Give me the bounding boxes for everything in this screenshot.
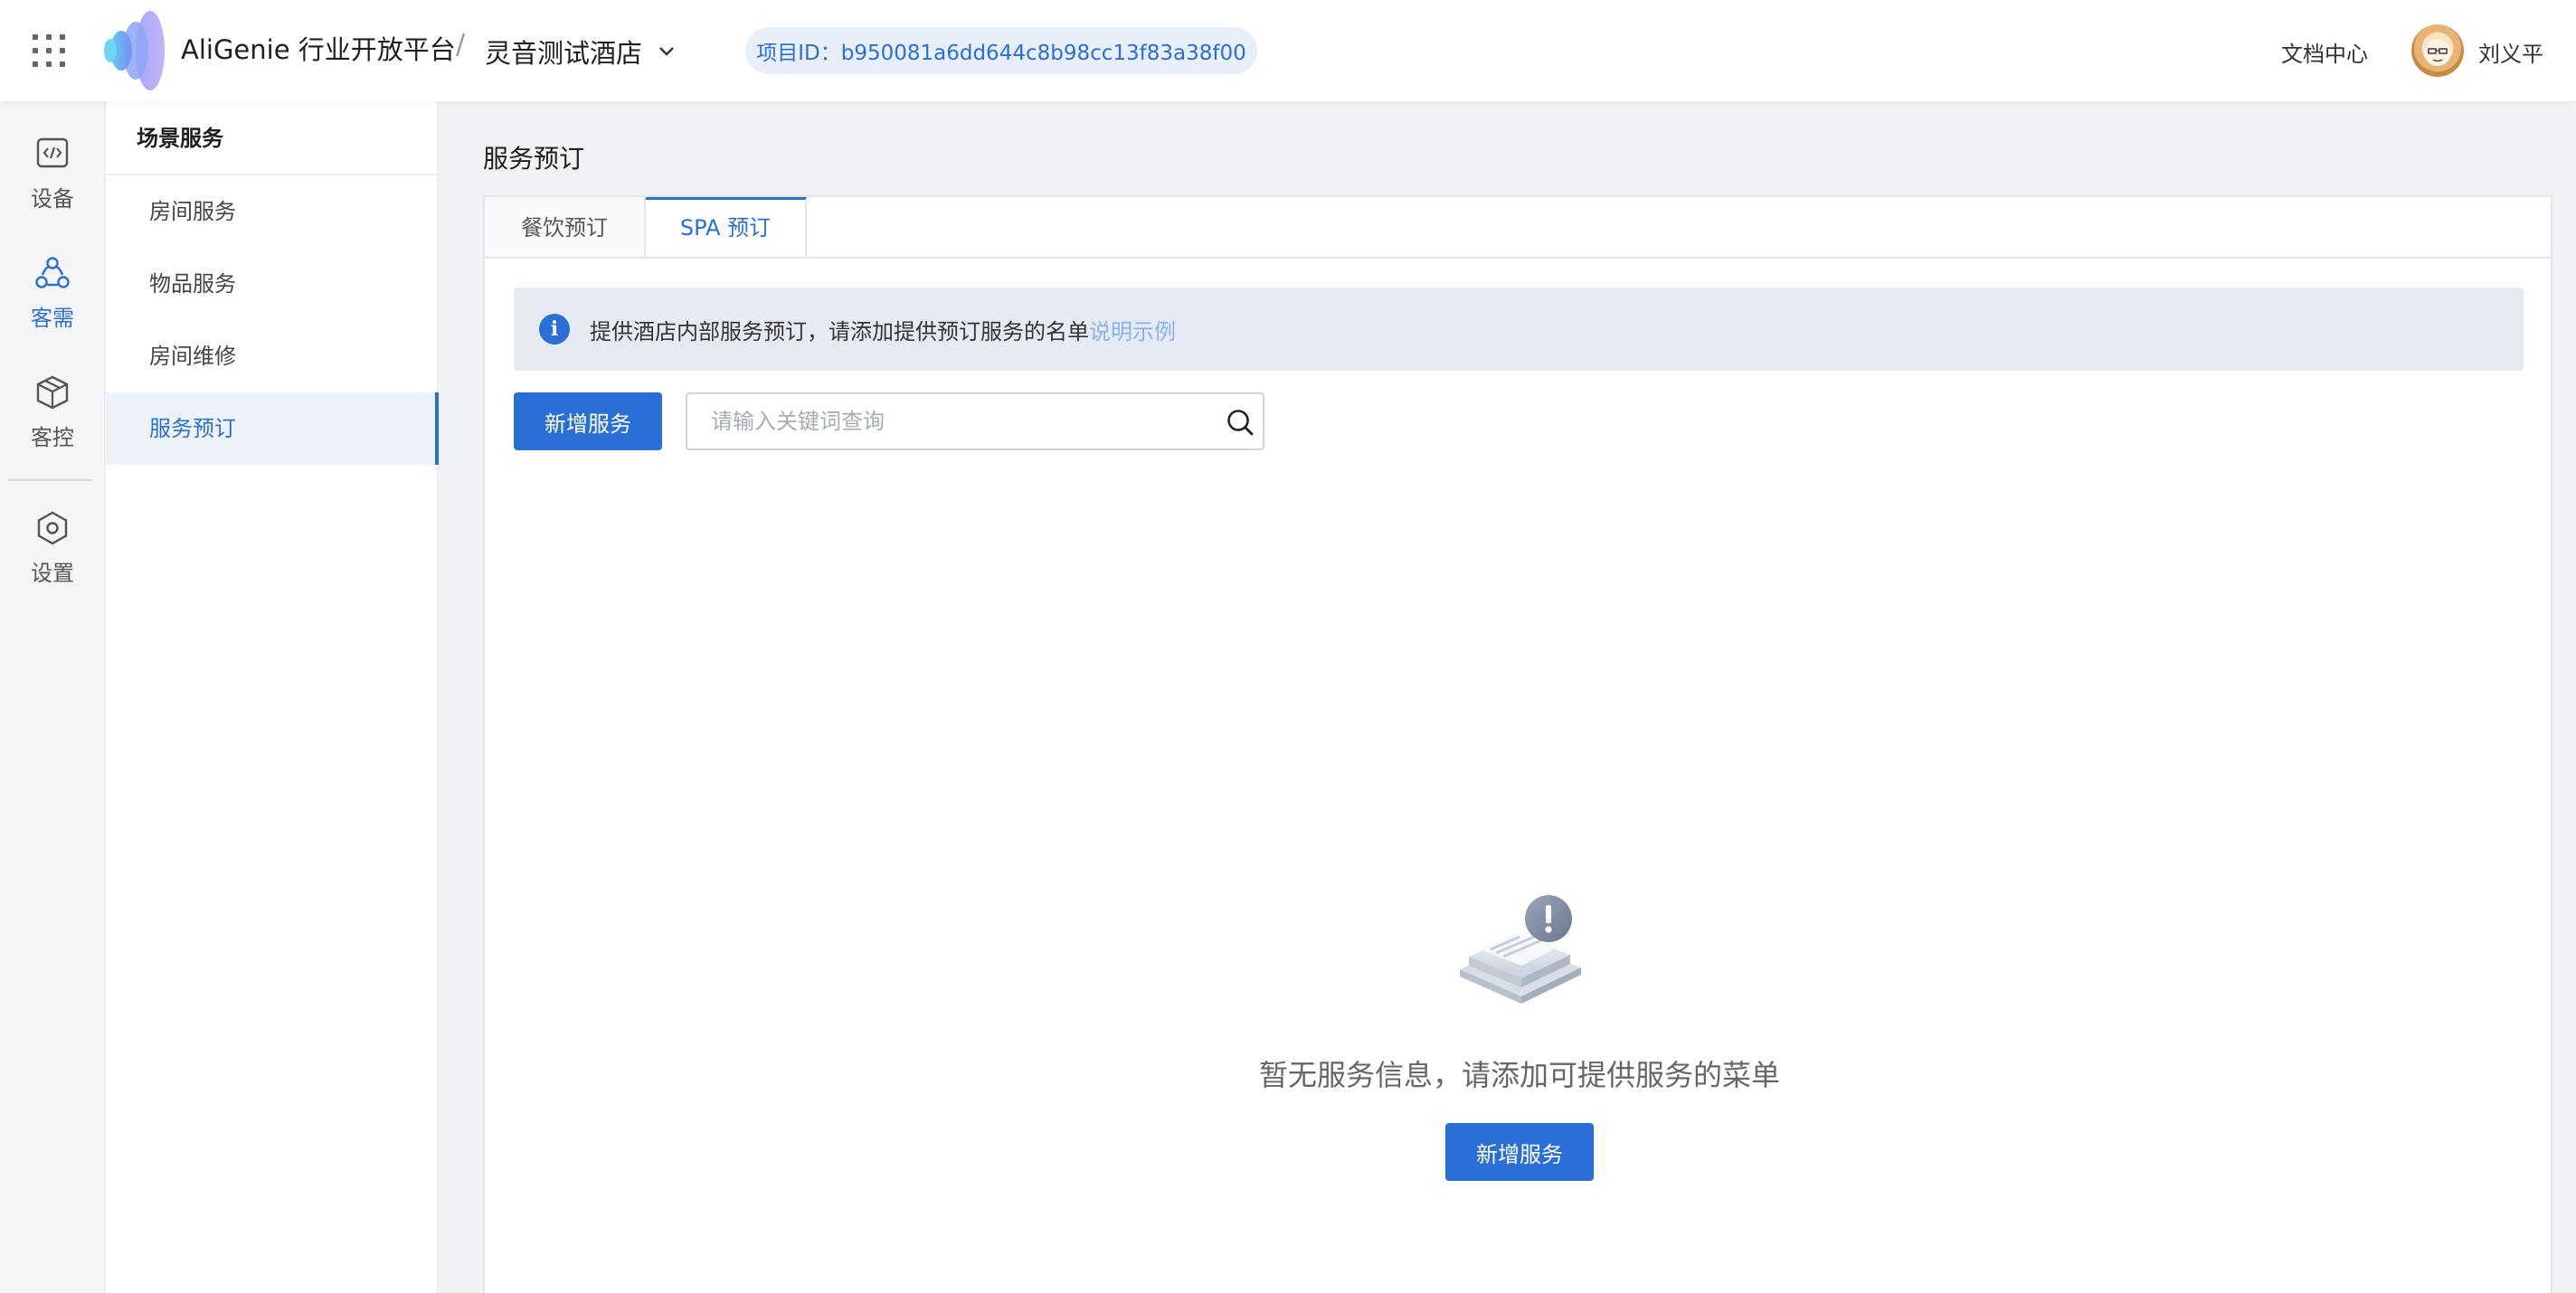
- tab-spa-booking[interactable]: SPA 预订: [646, 197, 807, 260]
- rail-item-guest-needs[interactable]: 客需: [0, 255, 105, 354]
- empty-data-icon: [1460, 895, 1581, 1004]
- settings-hex-icon: [37, 511, 68, 545]
- top-header: AliGenie 行业开放平台 / 灵音测试酒店 项目ID：b950081a6d…: [0, 0, 2576, 101]
- tab-panel: i 提供酒店内部服务预订，请添加提供预订服务的名单 说明示例 新增服务 请输入关…: [483, 257, 2552, 1293]
- rail-item-label: 客需: [31, 306, 74, 331]
- search-icon[interactable]: [1225, 407, 1255, 438]
- breadcrumb-separator: /: [456, 29, 466, 61]
- sidebar-item-service-booking[interactable]: 服务预订: [106, 392, 439, 465]
- booking-tabs: 餐饮预订 SPA 预订: [483, 195, 2552, 260]
- main-nav-rail: 设备 客需 客控 设置: [0, 101, 105, 1293]
- rail-item-label: 设备: [31, 186, 74, 212]
- rail-item-label: 设置: [31, 561, 74, 586]
- apps-grid-icon[interactable]: [33, 34, 65, 67]
- sidebar-item-room-service[interactable]: 房间服务: [106, 175, 437, 248]
- sidebar-item-room-repair[interactable]: 房间维修: [106, 320, 437, 392]
- chevron-down-icon: [659, 47, 674, 56]
- empty-add-service-button[interactable]: 新增服务: [1445, 1123, 1594, 1181]
- page-title: 服务预订: [483, 144, 585, 174]
- doc-center-link[interactable]: 文档中心: [2281, 36, 2368, 68]
- cube-control-icon: [36, 375, 69, 410]
- rail-item-settings[interactable]: 设置: [0, 510, 105, 609]
- example-link[interactable]: 说明示例: [1089, 314, 1176, 345]
- scene-service-sidebar: 场景服务 房间服务 物品服务 房间维修 服务预订: [106, 101, 439, 1293]
- search-box: [686, 392, 1264, 450]
- info-icon: i: [539, 314, 570, 344]
- search-input[interactable]: [687, 394, 1194, 448]
- rail-item-device[interactable]: 设备: [0, 136, 105, 235]
- notice-text: 提供酒店内部服务预订，请添加提供预订服务的名单: [590, 318, 1089, 344]
- avatar-face-icon: [2424, 39, 2451, 66]
- hotel-selector[interactable]: 灵音测试酒店: [485, 33, 675, 71]
- empty-state-text: 暂无服务信息，请添加可提供服务的菜单: [1258, 1058, 1780, 1092]
- info-notice: i 提供酒店内部服务预订，请添加提供预订服务的名单 说明示例: [514, 288, 2524, 371]
- aligenie-logo-icon: [104, 11, 165, 90]
- sidebar-item-item-service[interactable]: 物品服务: [106, 248, 437, 320]
- tab-dining-booking[interactable]: 餐饮预订: [485, 197, 646, 259]
- add-service-button[interactable]: 新增服务: [514, 392, 662, 450]
- avatar[interactable]: [2411, 24, 2464, 77]
- rail-item-room-control[interactable]: 客控: [0, 374, 105, 474]
- guest-needs-icon: [35, 257, 70, 288]
- rail-item-label: 客控: [31, 425, 74, 450]
- user-name[interactable]: 刘义平: [2478, 36, 2543, 68]
- sidebar-title: 场景服务: [106, 101, 437, 175]
- code-device-icon: [36, 137, 69, 168]
- project-id-badge: 项目ID：b950081a6dd644c8b98cc13f83a38f00: [745, 27, 1257, 74]
- hotel-name: 灵音测试酒店: [485, 38, 643, 69]
- rail-divider: [7, 479, 92, 481]
- brand-title: AliGenie 行业开放平台: [181, 34, 456, 65]
